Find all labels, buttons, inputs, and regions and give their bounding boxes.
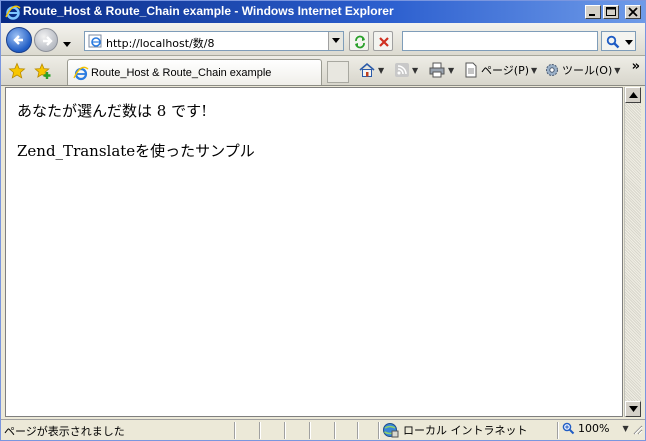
security-zone[interactable]: ローカル イントラネット [381, 422, 528, 438]
chevron-down-icon: ▼ [378, 65, 385, 75]
status-divider [378, 422, 379, 439]
status-message: ページが表示されました [4, 425, 125, 438]
status-divider [334, 422, 335, 439]
status-divider [557, 422, 558, 439]
print-button[interactable]: ▼ [428, 62, 454, 78]
chevron-down-icon: ▼ [614, 65, 621, 75]
new-tab-button[interactable] [327, 61, 349, 83]
rss-icon [395, 63, 409, 77]
home-icon [359, 62, 375, 77]
forward-button[interactable] [34, 28, 58, 52]
page-menu-button[interactable]: ページ(P) ▼ [463, 62, 537, 78]
status-divider [284, 422, 285, 439]
url-text: http://localhost/数/8 [106, 37, 215, 50]
chosen-number-text: あなたが選んだ数は 8 です! [17, 102, 208, 120]
resize-grip-icon[interactable] [631, 423, 643, 438]
search-button[interactable] [601, 31, 623, 51]
gear-icon [546, 64, 558, 76]
address-toolbar: http://localhost/数/8 [1, 23, 645, 56]
status-divider [259, 422, 260, 439]
chevron-down-icon: ▼ [448, 65, 455, 75]
vertical-scrollbar[interactable] [624, 87, 641, 417]
minimize-button[interactable] [585, 5, 601, 19]
status-bar: ページが表示されました ローカル イントラネット 100% ▼ [1, 419, 645, 440]
chevron-down-icon: ▼ [412, 65, 419, 75]
tools-menu-label: ツール(O) [562, 64, 613, 77]
tab-label: Route_Host & Route_Chain example [91, 67, 272, 79]
status-divider [234, 422, 235, 439]
feeds-button[interactable]: ▼ [394, 62, 418, 78]
page-menu-icon [465, 62, 477, 78]
refresh-button[interactable] [349, 31, 369, 51]
more-commands-chevron-icon[interactable]: » [632, 59, 640, 74]
translate-sample-text: Zend_Translateを使ったサンプル [17, 142, 255, 160]
tab-toolbar: Route_Host & Route_Chain example ▼ ▼ ▼ ペ… [1, 56, 645, 86]
ie-page-icon [73, 65, 89, 84]
title-bar[interactable]: Route_Host & Route_Chain example - Windo… [1, 1, 645, 23]
recent-pages-dropdown-icon[interactable] [63, 37, 71, 50]
home-button[interactable]: ▼ [358, 62, 384, 78]
search-input[interactable] [402, 31, 598, 51]
scroll-down-button[interactable] [625, 401, 641, 417]
printer-icon [429, 62, 445, 78]
close-button[interactable] [625, 5, 641, 19]
browser-window: Route_Host & Route_Chain example - Windo… [0, 0, 646, 441]
add-favorite-icon[interactable] [34, 62, 52, 83]
page-menu-label: ページ(P) [481, 64, 529, 77]
status-divider [309, 422, 310, 439]
stop-button[interactable] [373, 31, 393, 51]
tab-route-example[interactable]: Route_Host & Route_Chain example [67, 59, 322, 85]
page-icon [88, 34, 104, 51]
intranet-globe-icon [383, 423, 399, 438]
page-content: あなたが選んだ数は 8 です! Zend_Translateを使ったサンプル [5, 87, 623, 417]
zoom-level: 100% [578, 422, 610, 435]
window-title: Route_Host & Route_Chain example - Windo… [23, 4, 394, 18]
ie-logo-icon [5, 4, 21, 20]
address-dropdown-button[interactable] [328, 32, 343, 50]
chevron-down-icon: ▼ [622, 424, 629, 433]
back-button[interactable] [6, 27, 32, 53]
address-bar[interactable]: http://localhost/数/8 [84, 31, 344, 51]
zoom-magnifier-icon [562, 422, 575, 435]
status-divider [357, 422, 358, 439]
zone-label: ローカル イントラネット [403, 424, 528, 437]
favorites-star-icon[interactable] [8, 62, 26, 83]
scroll-up-button[interactable] [625, 87, 641, 103]
zoom-control[interactable]: 100% ▼ [562, 422, 629, 435]
chevron-down-icon: ▼ [531, 65, 538, 75]
maximize-button[interactable] [603, 5, 619, 19]
search-options-dropdown[interactable] [622, 31, 636, 51]
tools-menu-button[interactable]: ツール(O) ▼ [544, 62, 620, 78]
